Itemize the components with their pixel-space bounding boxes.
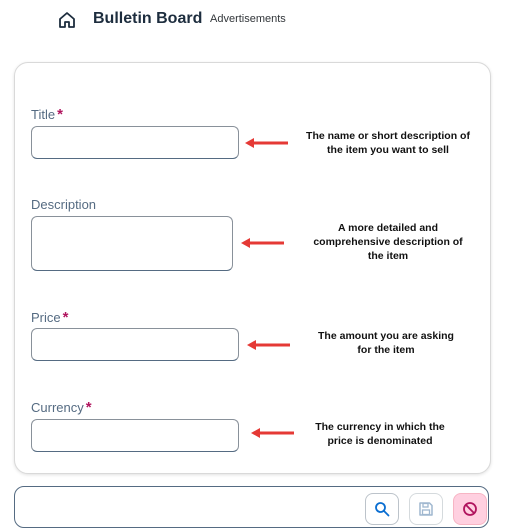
search-button[interactable] bbox=[365, 493, 399, 525]
description-arrow-icon bbox=[241, 238, 284, 248]
title-input[interactable] bbox=[31, 126, 239, 159]
price-annotation: The amount you are asking for the item bbox=[318, 330, 454, 356]
app-subtitle: Advertisements bbox=[210, 13, 286, 25]
title-annotation: The name or short description of the ite… bbox=[306, 130, 470, 156]
currency-label: Currency * bbox=[31, 399, 92, 416]
cancel-icon bbox=[463, 502, 477, 516]
save-icon bbox=[419, 502, 433, 516]
save-button[interactable] bbox=[409, 493, 443, 525]
description-label: Description bbox=[31, 197, 97, 212]
currency-arrow-icon bbox=[251, 428, 294, 438]
title-arrow-icon bbox=[245, 138, 288, 148]
description-annotation: A more detailed and comprehensive descri… bbox=[313, 222, 463, 262]
app-title: Bulletin Board bbox=[93, 10, 203, 27]
price-input[interactable] bbox=[31, 328, 239, 361]
price-arrow-icon bbox=[247, 340, 290, 350]
currency-annotation: The currency in which the price is denom… bbox=[315, 421, 445, 447]
required-marker: * bbox=[85, 399, 92, 416]
cancel-button[interactable] bbox=[453, 493, 487, 525]
required-marker: * bbox=[57, 106, 63, 123]
price-label: Price * bbox=[31, 309, 69, 326]
description-textarea[interactable] bbox=[31, 216, 233, 271]
home-icon[interactable] bbox=[58, 11, 76, 29]
title-label: Title * bbox=[31, 106, 63, 123]
footer-toolbar bbox=[14, 486, 489, 528]
currency-input[interactable] bbox=[31, 419, 239, 452]
search-icon bbox=[375, 502, 390, 517]
required-marker: * bbox=[62, 309, 69, 326]
app-header: Bulletin Board Advertisements bbox=[0, 0, 515, 40]
